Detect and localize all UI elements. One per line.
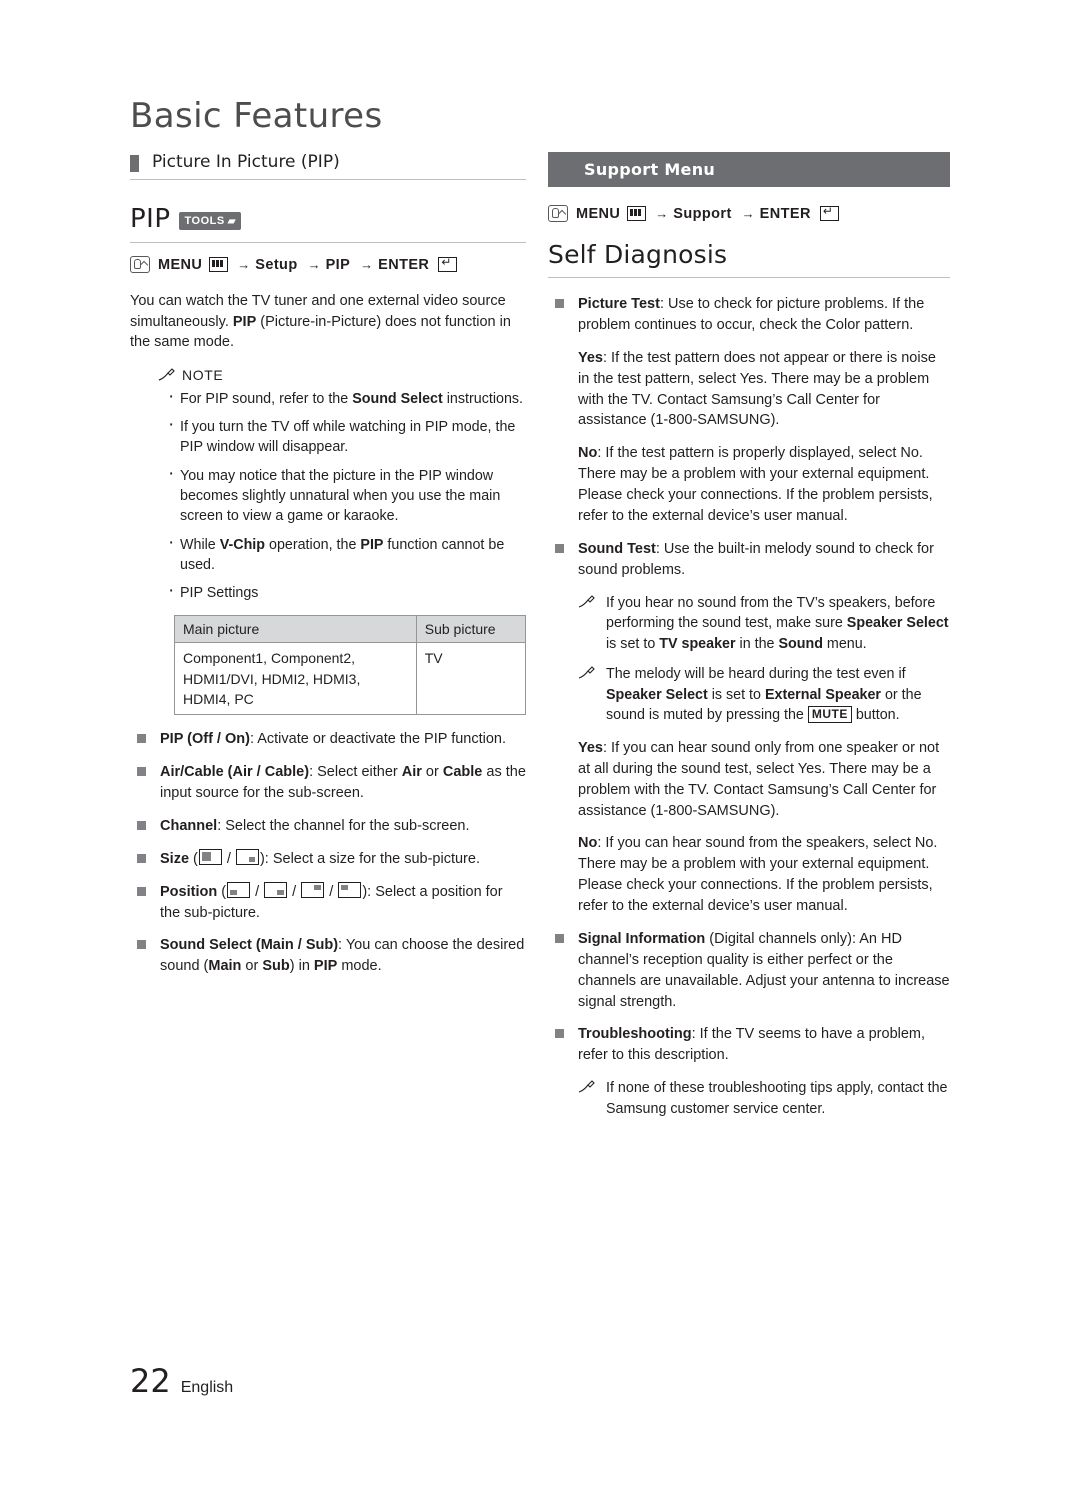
list-item: Signal Information (Digital channels onl… xyxy=(548,929,950,1013)
arrow-2: → xyxy=(741,206,755,221)
page-title: Basic Features xyxy=(130,96,383,136)
mute-button-icon: MUTE xyxy=(807,706,852,724)
pip-label: PIP xyxy=(325,256,351,273)
sound-test-no: No: If you can hear sound from the speak… xyxy=(578,835,938,915)
table-header-sub: Sub picture xyxy=(415,615,527,644)
left-column: Picture In Picture (PIP) PIP TOOLS ▰ MEN… xyxy=(130,152,527,989)
page-language: English xyxy=(180,1379,234,1396)
enter-label: ENTER xyxy=(759,205,811,222)
menu-label: MENU xyxy=(158,256,203,273)
list-item: The melody will be heard during the test… xyxy=(578,664,950,726)
list-item: You may notice that the picture in the P… xyxy=(166,464,526,527)
table-header-main: Main picture xyxy=(174,615,417,644)
menu-icon xyxy=(209,257,229,272)
list-item: Troubleshooting: If the TV seems to have… xyxy=(548,1024,950,1066)
menu-path-pip: MENU → Setup → PIP → ENTER xyxy=(130,255,526,273)
pip-title: PIP xyxy=(130,204,171,234)
remote-button-icon xyxy=(548,205,568,222)
page-footer: 22 English xyxy=(130,1362,233,1400)
sound-test-list: Sound Test: Use the built-in melody soun… xyxy=(548,539,950,581)
tools-icon: ▰ xyxy=(227,215,236,227)
sound-test-yes: Yes: If you can hear sound only from one… xyxy=(578,739,940,819)
pip-options-list: PIP (Off / On): Activate or deactivate t… xyxy=(130,729,526,977)
position-top-right-icon xyxy=(301,881,325,898)
troubleshooting-notes: If none of these troubleshooting tips ap… xyxy=(578,1078,950,1119)
note-label: NOTE xyxy=(182,366,224,383)
pencil-icon xyxy=(578,1079,596,1094)
position-bottom-left-icon xyxy=(227,881,251,898)
table-row: Component1, Component2, HDMI1/DVI, HDMI2,… xyxy=(174,642,527,716)
tools-badge-label: TOOLS xyxy=(184,215,225,227)
list-item: Picture Test: Use to check for picture p… xyxy=(548,294,950,336)
self-diagnosis-list: Picture Test: Use to check for picture p… xyxy=(548,294,950,336)
enter-icon xyxy=(438,255,458,272)
remote-button-icon xyxy=(130,256,150,273)
table-cell-main: Component1, Component2, HDMI1/DVI, HDMI2,… xyxy=(174,642,417,716)
menu-label: MENU xyxy=(576,205,621,222)
pencil-icon xyxy=(578,665,596,680)
picture-test-yes: Yes: If the test pattern does not appear… xyxy=(578,349,936,429)
list-item: While V-Chip operation, the PIP function… xyxy=(166,533,526,576)
section-bar xyxy=(130,155,139,172)
list-item: If you turn the TV off while watching in… xyxy=(166,415,526,458)
picture-test-no: No: If the test pattern is properly disp… xyxy=(578,445,933,524)
list-item: PIP Settings xyxy=(166,581,526,603)
size-large-icon xyxy=(198,848,222,865)
note-heading: NOTE xyxy=(158,367,526,383)
table-cell-sub: TV xyxy=(415,642,527,716)
pip-notes-list: For PIP sound, refer to the Sound Select… xyxy=(166,387,526,604)
support-menu-banner: Support Menu xyxy=(548,152,950,187)
list-item: Sound Test: Use the built-in melody soun… xyxy=(548,539,950,581)
position-bottom-right-icon xyxy=(264,881,288,898)
list-item: Sound Select (Main / Sub): You can choos… xyxy=(130,935,526,977)
pencil-icon xyxy=(578,594,596,609)
enter-label: ENTER xyxy=(378,256,430,273)
arrow-1: → xyxy=(237,257,251,272)
right-column: Support Menu MENU → Support → ENTER Self… xyxy=(548,152,950,1131)
page-number: 22 xyxy=(130,1362,171,1400)
list-item: Air/Cable (Air / Cable): Select either A… xyxy=(130,762,526,804)
arrow-3: → xyxy=(360,257,374,272)
pip-intro-text: You can watch the TV tuner and one exter… xyxy=(130,293,511,351)
support-label: Support xyxy=(673,205,732,222)
list-item: If none of these troubleshooting tips ap… xyxy=(578,1078,950,1119)
section-heading-label: Picture In Picture (PIP) xyxy=(152,152,340,172)
list-item: PIP (Off / On): Activate or deactivate t… xyxy=(130,729,526,750)
tools-badge: TOOLS ▰ xyxy=(178,212,241,230)
manual-page: Basic Features Picture In Picture (PIP) … xyxy=(0,0,1080,1494)
self-diagnosis-heading: Self Diagnosis xyxy=(548,240,950,278)
table-header-row: Main picture Sub picture xyxy=(174,615,527,644)
list-item: Position ( / / / ): Select a position fo… xyxy=(130,881,526,924)
pip-title-row: PIP TOOLS ▰ xyxy=(130,204,526,243)
size-small-icon xyxy=(235,848,259,865)
list-item: Channel: Select the channel for the sub-… xyxy=(130,816,526,837)
arrow-2: → xyxy=(307,257,321,272)
list-item: For PIP sound, refer to the Sound Select… xyxy=(166,387,526,409)
arrow-1: → xyxy=(655,206,669,221)
menu-path-support: MENU → Support → ENTER xyxy=(548,204,950,222)
signal-info-list: Signal Information (Digital channels onl… xyxy=(548,929,950,1066)
menu-icon xyxy=(627,206,647,221)
setup-label: Setup xyxy=(255,256,298,273)
list-item: If you hear no sound from the TV’s speak… xyxy=(578,593,950,655)
section-heading-pip: Picture In Picture (PIP) xyxy=(130,152,526,180)
list-item: Size ( / ): Select a size for the sub-pi… xyxy=(130,848,526,870)
pip-settings-table: Main picture Sub picture Component1, Com… xyxy=(174,615,527,716)
enter-icon xyxy=(819,204,839,221)
position-top-left-icon xyxy=(338,881,362,898)
sound-test-notes: If you hear no sound from the TV’s speak… xyxy=(578,593,950,726)
pencil-icon xyxy=(158,367,175,382)
